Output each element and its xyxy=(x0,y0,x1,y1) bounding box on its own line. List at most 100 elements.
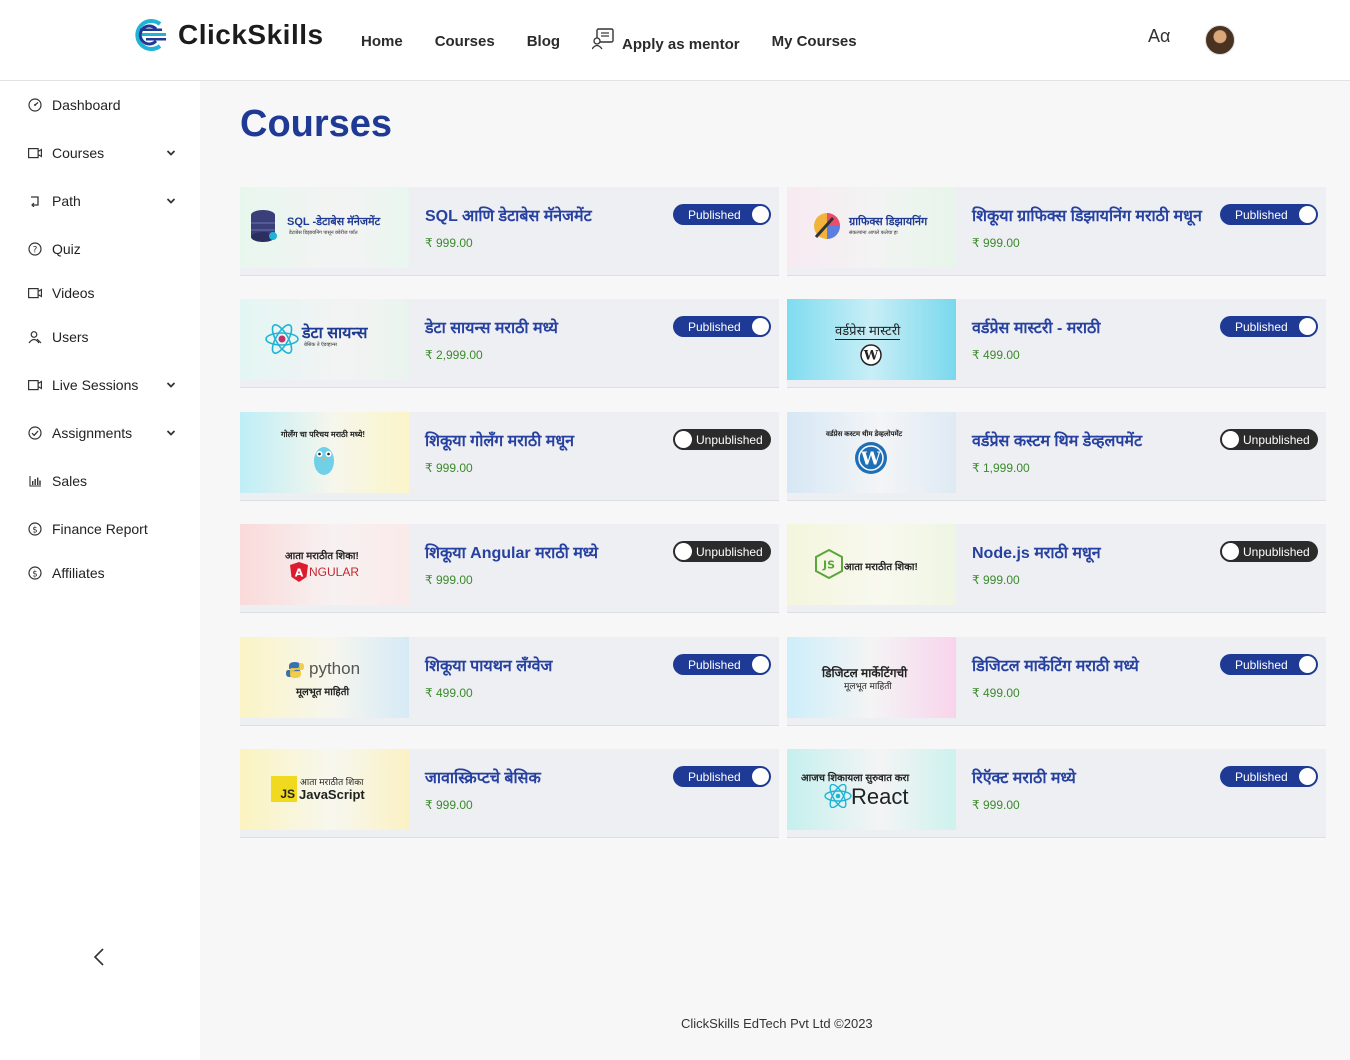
sidebar-item-label: Videos xyxy=(52,285,95,301)
course-title[interactable]: शिकूया गोलॅंग मराठी मधून xyxy=(425,429,574,451)
course-thumbnail[interactable]: वर्डप्रेस मास्टरी W xyxy=(787,299,956,380)
course-thumbnail[interactable]: आजच शिकायला सुरुवात करा React xyxy=(787,749,956,830)
sidebar-item-assignments[interactable]: Assignments xyxy=(0,418,200,448)
dollar-icon: $ xyxy=(27,521,43,537)
publish-status: Unpublished xyxy=(696,544,763,559)
thumbnail-subtitle: डेटाबेस डिझायनिंग पासून क्वेरीज पर्यंत xyxy=(289,230,358,236)
publish-toggle[interactable]: Published xyxy=(673,316,771,337)
toggle-knob xyxy=(752,318,769,335)
course-title[interactable]: वर्डप्रेस मास्टरी - मराठी xyxy=(972,316,1100,338)
toggle-knob xyxy=(675,431,692,448)
sidebar-item-courses[interactable]: Courses xyxy=(0,138,200,168)
sidebar-item-quiz[interactable]: ? Quiz xyxy=(0,234,200,264)
nav-courses[interactable]: Courses xyxy=(435,33,495,50)
course-card[interactable]: गोलॅंग चा परिचय मराठी मध्ये! शिकूया गोलॅ… xyxy=(240,412,779,501)
course-card[interactable]: डेटा सायन्स बेसिक ते ऍडव्हान्स डेटा सायन… xyxy=(240,299,779,388)
course-card[interactable]: वर्डप्रेस कस्टम थीम डेव्हलोपमेंट W वर्डप… xyxy=(787,412,1326,501)
course-thumbnail[interactable]: वर्डप्रेस कस्टम थीम डेव्हलोपमेंट W xyxy=(787,412,956,493)
thumbnail-subtitle: NGULAR xyxy=(309,565,360,579)
course-price: ₹ 999.00 xyxy=(972,236,1020,250)
gopher-icon xyxy=(314,447,334,475)
course-title[interactable]: Node.js मराठी मधून xyxy=(972,541,1101,563)
publish-toggle[interactable]: Published xyxy=(1220,654,1318,675)
publish-toggle[interactable]: Published xyxy=(1220,766,1318,787)
course-title[interactable]: SQL आणि डेटाबेस मॅनेजमेंट xyxy=(425,204,592,226)
course-thumbnail[interactable]: डेटा सायन्स बेसिक ते ऍडव्हान्स xyxy=(240,299,409,380)
course-price: ₹ 999.00 xyxy=(425,461,473,475)
sidebar-item-live-sessions[interactable]: Live Sessions xyxy=(0,370,200,400)
nav-my-courses[interactable]: My Courses xyxy=(772,33,857,50)
sidebar-item-affiliates[interactable]: $ Affiliates xyxy=(0,558,200,588)
path-icon xyxy=(27,193,43,209)
toggle-knob xyxy=(1299,656,1316,673)
course-card[interactable]: python मूलभूत माहिती शिकूया पायथन लॅंग्व… xyxy=(240,637,779,726)
course-title[interactable]: शिकूया पायथन लॅंग्वेज xyxy=(425,654,552,676)
thumbnail-title: ग्राफिक्स डिझायनिंग xyxy=(849,216,928,228)
publish-status: Unpublished xyxy=(696,432,763,447)
course-title[interactable]: वर्डप्रेस कस्टम थिम डेव्हलपमेंट xyxy=(972,429,1142,451)
course-card[interactable]: आजच शिकायला सुरुवात करा React रिऍक्ट मरा… xyxy=(787,749,1326,838)
svg-text:?: ? xyxy=(33,246,38,256)
publish-toggle[interactable]: Published xyxy=(1220,204,1318,225)
atom-icon xyxy=(265,324,299,354)
sidebar-item-path[interactable]: Path xyxy=(0,186,200,216)
course-thumbnail[interactable]: गोलॅंग चा परिचय मराठी मध्ये! xyxy=(240,412,409,493)
clickskills-logo[interactable]: ClickSkills xyxy=(130,18,324,52)
main-nav: Home Courses Blog Apply as mentor My Cou… xyxy=(361,28,889,53)
publish-toggle[interactable]: Unpublished xyxy=(673,541,771,562)
course-title[interactable]: जावास्क्रिप्टचे बेसिक xyxy=(425,766,541,788)
course-thumbnail[interactable]: SQL -डेटाबेस मॅनेजमेंट डेटाबेस डिझायनिंग… xyxy=(240,187,409,268)
nav-blog[interactable]: Blog xyxy=(527,33,560,50)
publish-toggle[interactable]: Unpublished xyxy=(1220,541,1318,562)
course-card[interactable]: SQL -डेटाबेस मॅनेजमेंट डेटाबेस डिझायनिंग… xyxy=(240,187,779,276)
collapse-sidebar-icon[interactable] xyxy=(88,946,110,968)
sidebar-item-videos[interactable]: Videos xyxy=(0,278,200,308)
sidebar-item-sales[interactable]: Sales xyxy=(0,466,200,496)
thumbnail-subtitle: बेसिक ते ऍडव्हान्स xyxy=(304,342,337,348)
course-card[interactable]: डिजिटल मार्केटिंगची मूलभूत माहिती डिजिटल… xyxy=(787,637,1326,726)
course-title[interactable]: शिकूया ग्राफिक्स डिझायनिंग मराठी मधून xyxy=(972,204,1202,226)
angular-icon: A xyxy=(290,562,308,582)
publish-toggle[interactable]: Published xyxy=(673,204,771,225)
course-price: ₹ 999.00 xyxy=(972,573,1020,587)
course-title[interactable]: डिजिटल मार्केटिंग मराठी मध्ये xyxy=(972,654,1139,676)
course-card[interactable]: ग्राफिक्स डिझायनिंग संकल्पांना आपले कलेच… xyxy=(787,187,1326,276)
course-thumbnail[interactable]: डिजिटल मार्केटिंगची मूलभूत माहिती xyxy=(787,637,956,718)
course-thumbnail[interactable]: JS आता मराठीत शिका! xyxy=(787,524,956,605)
sidebar-item-dashboard[interactable]: Dashboard xyxy=(0,90,200,120)
thumbnail-title: SQL -डेटाबेस मॅनेजमेंट xyxy=(287,216,381,228)
publish-toggle[interactable]: Published xyxy=(673,654,771,675)
publish-toggle[interactable]: Unpublished xyxy=(1220,429,1318,450)
mentor-icon xyxy=(592,28,614,50)
course-title[interactable]: शिकूया Angular मराठी मध्ये xyxy=(425,541,598,563)
sidebar-item-users[interactable]: Users xyxy=(0,322,200,352)
course-thumbnail[interactable]: JS आता मराठीत शिका JavaScript xyxy=(240,749,409,830)
course-card[interactable]: JS आता मराठीत शिका JavaScript जावास्क्रि… xyxy=(240,749,779,838)
course-card[interactable]: वर्डप्रेस मास्टरी W वर्डप्रेस मास्टरी - … xyxy=(787,299,1326,388)
publish-status: Unpublished xyxy=(1243,544,1310,559)
course-thumbnail[interactable]: ग्राफिक्स डिझायनिंग संकल्पांना आपले कलेच… xyxy=(787,187,956,268)
course-card[interactable]: JS आता मराठीत शिका! Node.js मराठी मधून ₹… xyxy=(787,524,1326,613)
course-title[interactable]: डेटा सायन्स मराठी मध्ये xyxy=(425,316,558,338)
nav-apply-mentor[interactable]: Apply as mentor xyxy=(592,28,740,53)
font-size-toggle[interactable]: Aα xyxy=(1148,26,1170,47)
course-title[interactable]: रिऍक्ट मराठी मध्ये xyxy=(972,766,1076,788)
course-thumbnail[interactable]: आता मराठीत शिका! A NGULAR xyxy=(240,524,409,605)
publish-toggle[interactable]: Published xyxy=(1220,316,1318,337)
course-thumbnail[interactable]: python मूलभूत माहिती xyxy=(240,637,409,718)
publish-toggle[interactable]: Published xyxy=(673,766,771,787)
video-icon xyxy=(27,377,43,393)
thumbnail-title: वर्डप्रेस कस्टम थीम डेव्हलोपमेंट xyxy=(826,431,903,438)
top-header: ClickSkills Home Courses Blog Apply as m… xyxy=(0,0,1350,81)
sidebar-item-finance-report[interactable]: $ Finance Report xyxy=(0,514,200,544)
user-avatar[interactable] xyxy=(1205,25,1235,55)
svg-text:W: W xyxy=(860,449,882,470)
nav-apply-mentor-label: Apply as mentor xyxy=(622,35,740,53)
sidebar-item-label: Sales xyxy=(52,473,88,489)
nav-home[interactable]: Home xyxy=(361,33,403,50)
course-card[interactable]: आता मराठीत शिका! A NGULAR शिकूया Angular… xyxy=(240,524,779,613)
publish-toggle[interactable]: Unpublished xyxy=(673,429,771,450)
sidebar-item-label: Quiz xyxy=(52,241,81,257)
toggle-knob xyxy=(1299,768,1316,785)
video-icon xyxy=(27,285,43,301)
